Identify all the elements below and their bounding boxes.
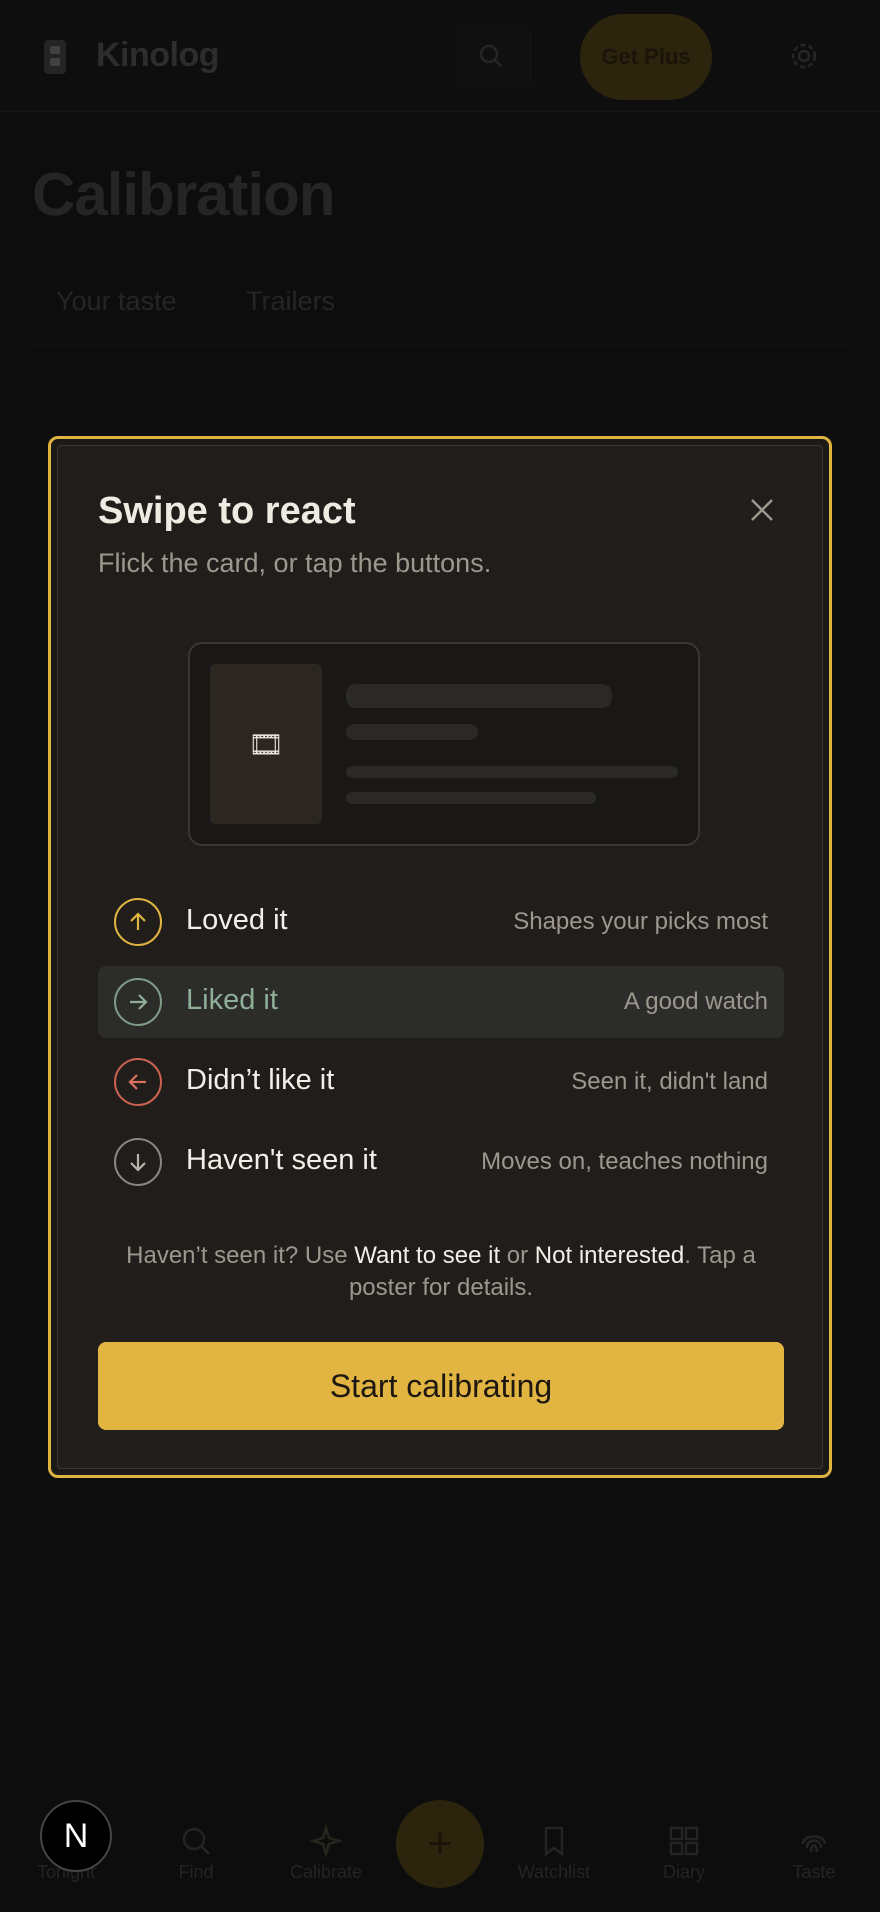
dialog-subtitle: Flick the card, or tap the buttons. [98, 548, 492, 578]
dialog-title: Swipe to react [98, 490, 356, 532]
reaction-unseen[interactable]: Haven't seen it Moves on, teaches nothin… [98, 1126, 784, 1198]
placeholder-line [346, 766, 678, 778]
placeholder-line [346, 792, 596, 804]
not-interested-link: Not interested [534, 1242, 685, 1269]
swipe-card-illustration: 🎞 [188, 642, 700, 846]
reaction-label: Haven't seen it [186, 1144, 377, 1176]
reaction-hint: Seen it, didn't land [571, 1068, 768, 1095]
reaction-label: Liked it [186, 984, 278, 1016]
dialog-panel: Swipe to react Flick the card, or tap th… [57, 445, 823, 1469]
app-screen: Kinolog Get Plus Calibration Your taste … [0, 0, 880, 1912]
reaction-list: Loved it Shapes your picks most Liked it… [98, 886, 784, 1206]
start-calibrating-button[interactable]: Start calibrating [98, 1342, 784, 1430]
reaction-hint: Moves on, teaches nothing [481, 1148, 768, 1175]
reaction-disliked[interactable]: Didn’t like it Seen it, didn't land [98, 1046, 784, 1118]
reaction-hint: Shapes your picks most [513, 908, 768, 935]
arrow-up-icon [114, 898, 162, 946]
note-text: Haven’t seen it? Use [126, 1242, 355, 1269]
reaction-liked[interactable]: Liked it A good watch [98, 966, 784, 1038]
dev-badge[interactable]: N [40, 1800, 112, 1872]
arrow-right-icon [114, 978, 162, 1026]
reaction-label: Loved it [186, 904, 288, 936]
reaction-hint: A good watch [623, 988, 768, 1015]
placeholder-title [346, 684, 612, 708]
arrow-left-icon [114, 1058, 162, 1106]
help-note: Haven’t seen it? Use Want to see it or N… [98, 1240, 784, 1304]
note-text: or [500, 1242, 535, 1269]
placeholder-meta [346, 724, 478, 740]
close-icon[interactable] [744, 492, 780, 528]
arrow-down-icon [114, 1138, 162, 1186]
reaction-loved[interactable]: Loved it Shapes your picks most [98, 886, 784, 958]
film-frame-icon: 🎞 [210, 664, 322, 824]
swipe-help-dialog: Swipe to react Flick the card, or tap th… [48, 436, 832, 1478]
want-to-see-link: Want to see it [354, 1242, 501, 1269]
reaction-label: Didn’t like it [186, 1064, 335, 1096]
